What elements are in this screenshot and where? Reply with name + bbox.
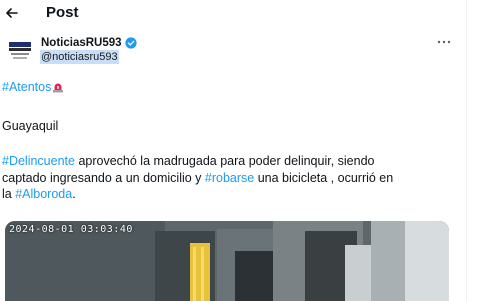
- tweet-line-3: #Delincuente aprovechó la madrugada para…: [2, 153, 374, 169]
- more-options-icon[interactable]: [436, 36, 452, 48]
- author-handle[interactable]: @noticiasru593: [40, 50, 119, 64]
- tweet-text: .: [72, 187, 76, 201]
- tweet-line-2: Guayaquil: [2, 119, 59, 133]
- news-logo-icon: [8, 40, 32, 64]
- tweet-text: la: [2, 187, 16, 201]
- author-name-row[interactable]: NoticiasRU593: [41, 36, 137, 50]
- tweet-line-5: la #Alboroda.: [2, 186, 76, 202]
- page-title: Post: [46, 4, 79, 21]
- video-media[interactable]: 2024-08-01 03:03:40: [5, 221, 449, 301]
- column-divider: [466, 0, 467, 301]
- tweet-line-1: #Atentos: [2, 79, 64, 95]
- tweet-text: una bicicleta , ocurrió en: [254, 171, 394, 185]
- verified-badge-icon: [124, 37, 137, 49]
- tweet-text: aprovechó la madrugada para poder delinq…: [74, 154, 375, 168]
- tweet-text: captado ingresando a un domicilio y: [2, 171, 205, 185]
- hashtag-delincuente[interactable]: #Delincuente: [2, 154, 75, 168]
- hashtag-alboroda[interactable]: #Alboroda: [15, 187, 72, 201]
- author-name[interactable]: NoticiasRU593: [41, 36, 122, 50]
- hashtag-atentos[interactable]: #Atentos: [2, 80, 51, 94]
- tweet-line-4: captado ingresando a un domicilio y #rob…: [2, 170, 393, 186]
- hashtag-robarse[interactable]: #robarse: [205, 171, 254, 185]
- video-timestamp: 2024-08-01 03:03:40: [9, 224, 133, 235]
- back-arrow-icon[interactable]: [4, 5, 20, 21]
- avatar[interactable]: [8, 40, 32, 64]
- post-header: Post: [0, 0, 466, 26]
- siren-emoji-icon: [53, 83, 64, 93]
